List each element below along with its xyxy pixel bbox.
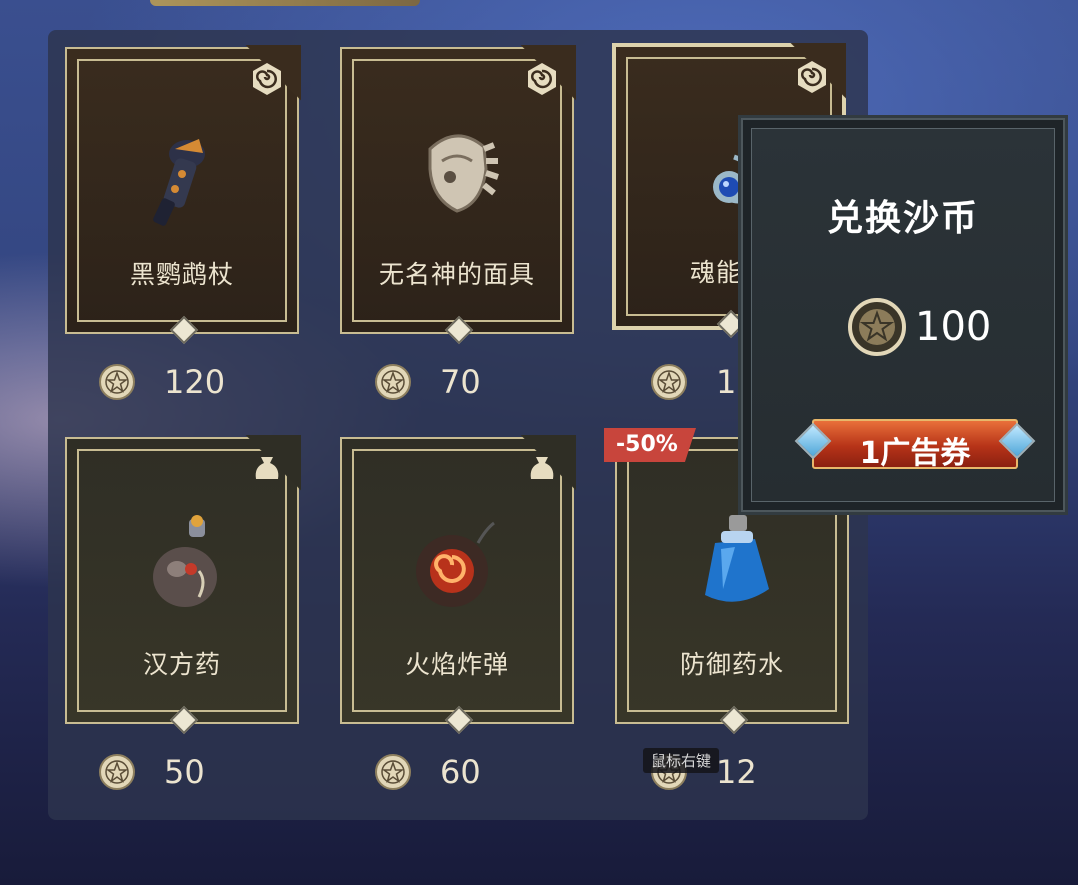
ad-coupon-label: 1广告券 <box>859 436 971 471</box>
blue-potion-icon <box>705 515 769 602</box>
shop-item-card-1[interactable]: 黑鹦鹉杖 <box>65 45 301 345</box>
shop-item-card-2[interactable]: 无名神的面具 <box>340 45 576 345</box>
popup-frame: 兑换沙币 100 1广告券 <box>751 128 1055 502</box>
top-banner <box>150 0 420 6</box>
staff-icon <box>153 139 205 226</box>
item-name: 火焰炸弹 <box>404 650 509 679</box>
exchange-popup: 兑换沙币 100 1广告券 <box>738 115 1068 515</box>
spiral-icon <box>253 63 281 95</box>
spiral-icon <box>528 63 556 95</box>
bag-icon <box>530 457 554 479</box>
price-tag-4: 50 <box>98 750 205 794</box>
price-value: 120 <box>164 363 226 401</box>
price-value: 12 <box>716 753 757 791</box>
mask-icon <box>428 134 499 213</box>
price-tag-1: 120 <box>98 360 225 404</box>
price-tag-5: 60 <box>374 750 481 794</box>
coin-icon <box>99 754 135 790</box>
price-value: 70 <box>440 363 481 401</box>
bomb-icon <box>416 521 495 607</box>
bag-icon <box>255 457 279 479</box>
item-name: 汉方药 <box>142 650 221 679</box>
coin-icon <box>375 364 411 400</box>
coin-icon <box>99 364 135 400</box>
coin-icon <box>651 364 687 400</box>
discount-badge: -50% <box>604 428 696 462</box>
popup-cost: 100 <box>847 297 991 357</box>
item-name: 黑鹦鹉杖 <box>129 260 234 289</box>
item-name: 防御药水 <box>679 650 784 679</box>
price-value: 50 <box>164 753 205 791</box>
sand-coin-icon <box>848 298 906 356</box>
price-tag-2: 70 <box>374 360 481 404</box>
spiral-icon <box>798 61 826 93</box>
right-click-tooltip: 鼠标右键 <box>643 748 720 773</box>
shop-item-card-5[interactable]: 火焰炸弹 <box>340 435 576 735</box>
popup-title: 兑换沙币 <box>826 198 979 239</box>
ad-coupon-button[interactable]: 1广告券 <box>794 419 1036 471</box>
item-name: 无名神的面具 <box>378 260 535 289</box>
price-value: 60 <box>440 753 481 791</box>
potion-gourd-icon <box>153 515 217 607</box>
coin-icon <box>375 754 411 790</box>
shop-item-card-4[interactable]: 汉方药 <box>65 435 301 735</box>
popup-cost-value: 100 <box>915 304 992 350</box>
